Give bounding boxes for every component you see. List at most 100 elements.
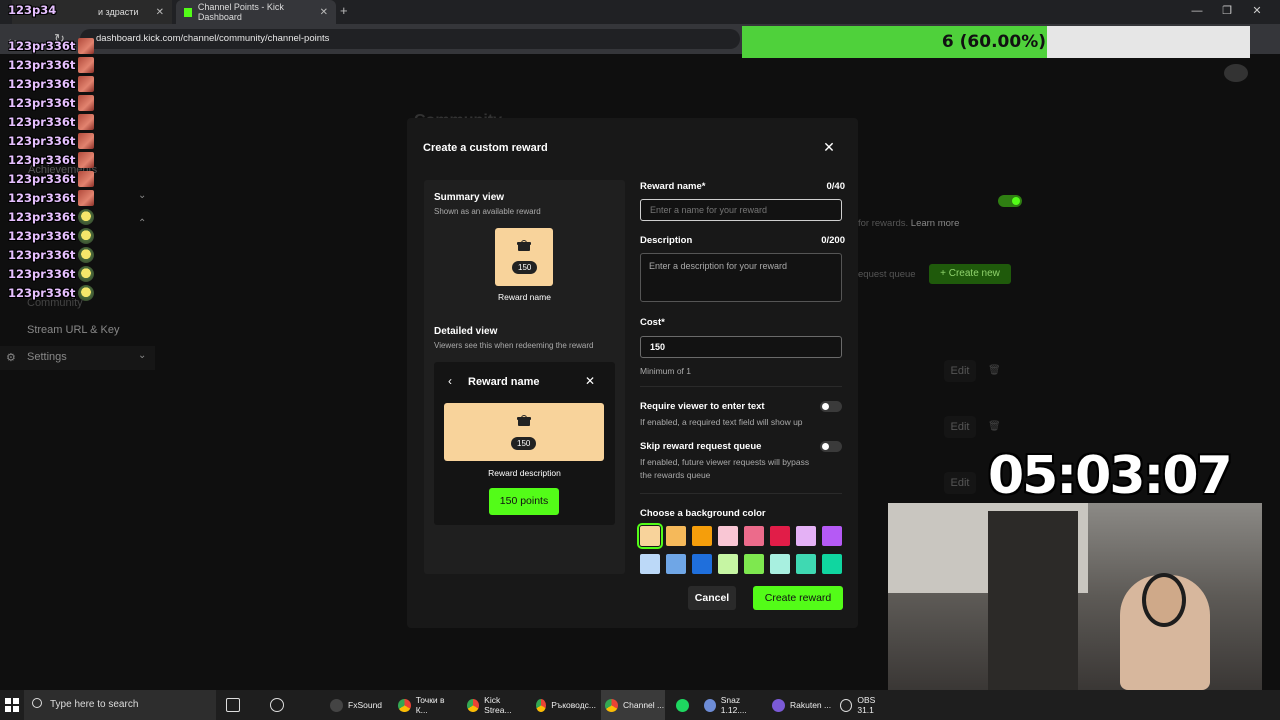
sidebar-item-stream-url[interactable]: Stream URL & Key	[27, 324, 120, 336]
color-swatch[interactable]	[796, 526, 816, 546]
create-new-label: Create new	[948, 268, 1000, 279]
maximize-icon[interactable]: ❐	[1212, 0, 1242, 24]
edit-button[interactable]: Edit	[944, 360, 976, 382]
reward-name-label: Reward name*	[640, 181, 706, 192]
detail-reward-card: 150	[444, 403, 604, 461]
chrome-icon	[605, 698, 618, 712]
color-swatch[interactable]	[718, 526, 738, 546]
webcam-person-head	[1142, 573, 1186, 627]
avatar[interactable]	[1224, 64, 1248, 82]
create-new-button[interactable]: + Create new	[929, 264, 1011, 284]
settings-app-icon[interactable]	[270, 698, 284, 712]
browser-tab-active[interactable]: Channel Points - Kick Dashboard ✕	[176, 0, 336, 24]
color-swatch[interactable]	[666, 526, 686, 546]
chat-message: 123pr336t	[8, 227, 95, 244]
avatar	[78, 265, 95, 282]
webcam-background-furniture	[988, 511, 1078, 690]
avatar	[78, 284, 95, 301]
taskbar-item-chrome[interactable]: Точки в К...	[394, 690, 458, 720]
goal-progress-bar: 6 (60.00%)	[742, 26, 1250, 58]
color-swatch[interactable]	[796, 554, 816, 574]
color-swatch[interactable]	[637, 523, 663, 549]
color-swatch[interactable]	[692, 526, 712, 546]
snaz-icon	[704, 698, 716, 712]
taskbar-item-fxsound[interactable]: FxSound	[326, 690, 388, 720]
color-swatch[interactable]	[640, 554, 660, 574]
trash-icon[interactable]: 🗑	[988, 365, 1001, 376]
detail-reward-description: Reward description	[488, 468, 561, 478]
chat-username: 123pr336t	[8, 133, 76, 148]
reward-name-input[interactable]	[640, 199, 842, 221]
taskbar-search[interactable]: Type here to search	[24, 690, 216, 720]
color-swatch[interactable]	[744, 554, 764, 574]
taskbar-item-chrome[interactable]: Kick Strea...	[463, 690, 527, 720]
redeem-points-button: 150 points	[489, 488, 559, 515]
chat-message: 123pr336t	[8, 132, 95, 149]
card-cost: 150	[512, 261, 538, 274]
chrome-icon	[398, 698, 411, 712]
color-swatch[interactable]	[666, 554, 686, 574]
taskbar-item-label: Channel ...	[623, 700, 665, 710]
edit-button[interactable]: Edit	[944, 472, 976, 494]
close-icon[interactable]: ✕	[320, 7, 328, 18]
screen: и здрасти ✕ Channel Points - Kick Dashbo…	[0, 0, 1280, 720]
taskbar-item-spotify[interactable]	[672, 690, 696, 720]
color-swatch[interactable]	[744, 526, 764, 546]
chevron-down-icon[interactable]: ⌄	[138, 190, 146, 201]
color-swatch[interactable]	[770, 554, 790, 574]
avatar	[78, 246, 95, 263]
new-tab-icon[interactable]: +	[340, 3, 348, 18]
sidebar-item-settings[interactable]: Settings	[27, 351, 67, 363]
color-swatch[interactable]	[718, 554, 738, 574]
color-label: Choose a background color	[640, 508, 766, 519]
chevron-down-icon[interactable]: ⌄	[138, 350, 146, 361]
tab-title: и здрасти	[98, 7, 139, 17]
summary-heading: Summary view	[434, 192, 505, 203]
webcam-feed	[888, 503, 1262, 690]
channel-points-toggle[interactable]	[998, 195, 1022, 207]
minimize-icon[interactable]: —	[1182, 0, 1212, 24]
summary-subheading: Shown as an available reward	[434, 207, 541, 216]
taskbar-item-label: Ръководс...	[551, 700, 596, 710]
fxsound-icon	[330, 698, 343, 712]
taskbar-item-chrome[interactable]: Ръководс...	[532, 690, 596, 720]
window-close-icon[interactable]: ✕	[1242, 0, 1272, 24]
learn-more-link[interactable]: Learn more	[911, 218, 960, 229]
url-field[interactable]: dashboard.kick.com/channel/community/cha…	[80, 29, 740, 49]
chat-message: 123pr336t	[8, 37, 95, 54]
chevron-up-icon[interactable]: ⌃	[138, 218, 146, 229]
edit-button[interactable]: Edit	[944, 416, 976, 438]
kick-logo-icon	[184, 7, 192, 17]
taskbar-item-rakuten[interactable]: Rakuten ...	[768, 690, 832, 720]
close-icon[interactable]: ✕	[156, 7, 164, 18]
request-queue-button[interactable]: equest queue	[858, 269, 916, 280]
rewards-hint: for rewards. Learn more	[858, 218, 959, 229]
summary-reward-card: 150	[495, 228, 553, 286]
taskbar-item-obs[interactable]: OBS 31.1	[836, 690, 892, 720]
trash-icon[interactable]: 🗑	[988, 421, 1001, 432]
avatar	[78, 75, 95, 92]
detailed-subheading: Viewers see this when redeeming the rewa…	[434, 341, 594, 350]
require-text-toggle[interactable]	[820, 401, 842, 412]
taskbar-item-snaz[interactable]: Snaz 1.12....	[700, 690, 764, 720]
color-swatch[interactable]	[822, 554, 842, 574]
color-swatch[interactable]	[822, 526, 842, 546]
windows-start-icon[interactable]	[5, 698, 19, 712]
taskbar-item-label: OBS 31.1	[857, 695, 876, 715]
task-view-icon[interactable]	[226, 698, 240, 712]
skip-queue-toggle[interactable]	[820, 441, 842, 452]
cost-input[interactable]: 150	[640, 336, 842, 358]
color-swatch[interactable]	[770, 526, 790, 546]
color-swatch[interactable]	[692, 554, 712, 574]
avatar	[78, 208, 95, 225]
taskbar-item-chrome-active[interactable]: Channel ...	[601, 690, 665, 720]
require-text-hint: If enabled, a required text field will s…	[640, 417, 803, 427]
cancel-button[interactable]: Cancel	[688, 586, 736, 610]
avatar	[78, 132, 95, 149]
avatar	[78, 227, 95, 244]
create-reward-button[interactable]: Create reward	[753, 586, 843, 610]
chat-username: 123pr336t	[8, 190, 76, 205]
description-input[interactable]: Enter a description for your reward	[640, 253, 842, 302]
chrome-icon	[467, 698, 480, 712]
create-reward-modal: Create a custom reward ✕ Summary view Sh…	[407, 118, 858, 628]
